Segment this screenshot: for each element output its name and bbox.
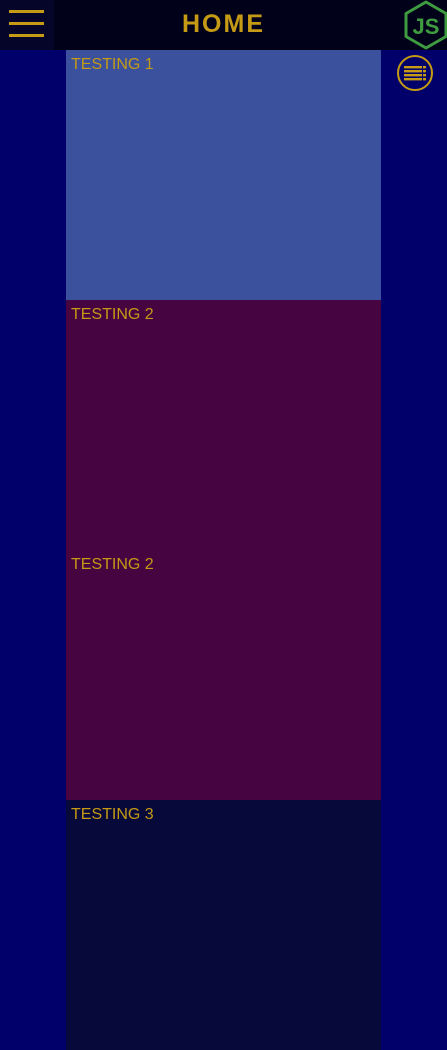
card-label: TESTING 1 xyxy=(71,56,154,73)
list-card[interactable]: TESTING 2 xyxy=(66,550,381,800)
list-view-icon xyxy=(404,66,426,81)
app-header: HOME JS xyxy=(0,0,447,50)
card-list: TESTING 1 TESTING 2 TESTING 2 TESTING 3 xyxy=(66,50,381,1050)
card-label: TESTING 3 xyxy=(71,806,154,823)
card-label: TESTING 2 xyxy=(71,556,154,573)
list-card[interactable]: TESTING 2 xyxy=(66,300,381,550)
nodejs-logo-icon[interactable]: JS xyxy=(402,0,447,50)
page-title: HOME xyxy=(182,10,265,38)
list-view-button[interactable] xyxy=(396,54,434,92)
list-card[interactable]: TESTING 1 xyxy=(66,50,381,300)
card-label: TESTING 2 xyxy=(71,306,154,323)
list-card[interactable]: TESTING 3 xyxy=(66,800,381,1050)
logo-text: JS xyxy=(413,14,440,39)
